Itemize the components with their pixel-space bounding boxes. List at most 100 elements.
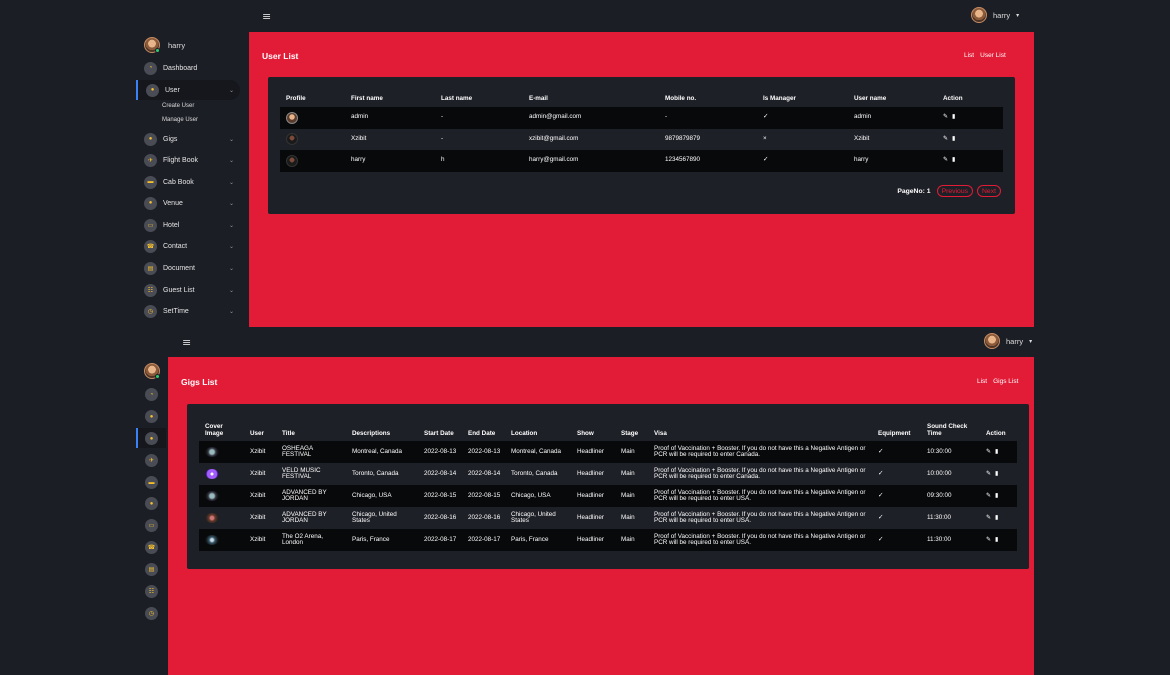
sidebar-item-cab-book[interactable]: ▬ Cab Book ⌄	[136, 172, 240, 192]
user-cell: Xzibit	[250, 447, 266, 455]
clock-icon[interactable]: ◷	[145, 607, 158, 620]
avatar	[144, 363, 160, 379]
sidebar-item-venue[interactable]: ● Venue ⌄	[136, 193, 240, 213]
hotel-icon[interactable]: ▭	[145, 519, 158, 532]
breadcrumb-list[interactable]: List	[964, 52, 974, 59]
document-icon[interactable]: ▤	[145, 563, 158, 576]
title-cell: OSHEAGA FESTIVAL	[282, 444, 313, 459]
first-name-cell: harry	[351, 156, 366, 164]
delete-icon[interactable]: ▮	[952, 157, 955, 163]
next-button[interactable]: Next	[977, 185, 1001, 197]
mobile-cell: 9879879879	[665, 134, 701, 142]
visa-cell: Proof of Vaccination + Booster. If you d…	[654, 444, 866, 459]
sidebar-item-label: Flight Book	[163, 156, 199, 164]
cover-image-cell	[199, 507, 244, 529]
edit-icon[interactable]: ✎	[986, 537, 991, 543]
visa-cell: Proof of Vaccination + Booster. If you d…	[654, 488, 866, 503]
user-table: Profile First name Last name E-mail Mobi…	[280, 95, 1003, 172]
car-icon[interactable]: ▬	[145, 476, 158, 489]
edit-icon[interactable]: ✎	[986, 493, 991, 499]
sidebar-item-flight-book[interactable]: ✈ Flight Book ⌄	[136, 150, 240, 170]
contact-icon[interactable]: ☎	[145, 541, 158, 554]
edit-icon[interactable]: ✎	[943, 157, 948, 163]
col-location: Location	[511, 429, 538, 437]
cover-image	[205, 491, 219, 502]
show-cell: Headliner	[577, 513, 604, 521]
action-cell: ✎ ▮	[980, 485, 1017, 507]
user-menu-2[interactable]: harry ▾	[984, 333, 1032, 349]
edit-icon[interactable]: ✎	[943, 136, 948, 142]
action-cell: ✎ ▮	[937, 150, 1003, 172]
avatar	[971, 7, 987, 23]
plane-icon[interactable]: ✈	[145, 454, 158, 467]
breadcrumb-list[interactable]: List	[977, 378, 987, 385]
col-descriptions: Descriptions	[352, 429, 391, 437]
sidebar-item-hotel[interactable]: ▭ Hotel ⌄	[136, 215, 240, 235]
equipment-cell: ✓	[878, 447, 884, 455]
pin-icon[interactable]: ●	[145, 497, 158, 510]
mobile-cell: -	[665, 113, 668, 121]
delete-icon[interactable]: ▮	[995, 449, 998, 455]
email-cell: admin@gmail.com	[529, 113, 582, 121]
is-manager-cell: ✓	[763, 113, 769, 121]
edit-icon[interactable]: ✎	[986, 515, 991, 521]
end-date-cell: 2022-08-15	[468, 491, 501, 499]
action-cell: ✎ ▮	[937, 129, 1003, 151]
start-date-cell: 2022-08-16	[424, 513, 457, 521]
sound-check-cell: 11:30:00	[927, 535, 952, 543]
delete-icon[interactable]: ▮	[995, 537, 998, 543]
start-date-cell: 2022-08-15	[424, 491, 457, 499]
dashboard-icon: ◔	[144, 61, 157, 75]
sidebar-item-document[interactable]: ▤ Document ⌄	[136, 258, 240, 278]
chevron-down-icon: ⌄	[228, 136, 234, 143]
online-status-dot	[155, 48, 160, 53]
action-cell: ✎ ▮	[980, 507, 1017, 529]
gigs-icon[interactable]: ●	[145, 432, 158, 445]
table-row: harry h harry@gmail.com 1234567890 ✓ harry ✎ ▮	[280, 150, 1003, 172]
pin-icon: ●	[144, 196, 157, 210]
profile-avatar	[286, 154, 298, 167]
sidebar-item-contact[interactable]: ☎ Contact ⌄	[136, 236, 240, 256]
col-user: User	[250, 429, 265, 437]
delete-icon[interactable]: ▮	[952, 136, 955, 142]
user-menu-name: harry	[1006, 336, 1024, 346]
delete-icon[interactable]: ▮	[995, 515, 998, 521]
sidebar-item-guest-list[interactable]: ☷ Guest List ⌄	[136, 280, 240, 300]
descriptions-cell: Paris, France	[352, 535, 390, 543]
sidebar-item-label: Dashboard	[163, 64, 198, 72]
guest-icon[interactable]: ☷	[145, 585, 158, 598]
pagination: PageNo: 1 Previous Next	[897, 185, 1001, 197]
profile-cell	[280, 129, 345, 151]
sidebar-item-settime[interactable]: ◷ SetTime ⌄	[136, 301, 240, 321]
edit-icon[interactable]: ✎	[943, 114, 948, 120]
edit-icon[interactable]: ✎	[986, 449, 991, 455]
equipment-cell: ✓	[878, 513, 884, 521]
sound-check-cell: 10:00:00	[927, 469, 952, 477]
menu-toggle-button[interactable]: ≡	[262, 10, 271, 23]
col-username: User name	[854, 95, 887, 103]
sidebar-sub-create-user[interactable]: Create User	[162, 103, 194, 109]
dashboard-icon[interactable]: ◔	[145, 388, 158, 401]
caret-down-icon: ▾	[1016, 12, 1020, 19]
show-cell: Headliner	[577, 491, 604, 499]
user-icon[interactable]: ●	[145, 410, 158, 423]
equipment-cell: ✓	[878, 491, 884, 499]
sidebar-sub-manage-user[interactable]: Manage User	[162, 117, 198, 123]
edit-icon[interactable]: ✎	[986, 471, 991, 477]
sidebar-item-gigs[interactable]: ● Gigs ⌄	[136, 129, 240, 149]
sidebar-item-label: SetTime	[163, 307, 189, 315]
last-name-cell: -	[441, 113, 444, 121]
menu-toggle-button-2[interactable]: ≡	[182, 336, 191, 349]
delete-icon[interactable]: ▮	[995, 493, 998, 499]
sidebar-item-dashboard[interactable]: ◔ Dashboard	[136, 58, 240, 78]
sidebar-username: harry	[168, 40, 186, 50]
user-menu[interactable]: harry ▾	[971, 7, 1019, 23]
delete-icon[interactable]: ▮	[952, 114, 955, 120]
page-number: PageNo: 1	[897, 187, 931, 195]
previous-button[interactable]: Previous	[936, 185, 974, 197]
descriptions-cell: Chicago, USA	[352, 491, 392, 499]
sound-check-cell: 11:30:00	[927, 513, 952, 521]
sidebar-item-user[interactable]: ● User ⌄	[136, 80, 240, 100]
start-date-cell: 2022-08-13	[424, 447, 457, 455]
delete-icon[interactable]: ▮	[995, 471, 998, 477]
